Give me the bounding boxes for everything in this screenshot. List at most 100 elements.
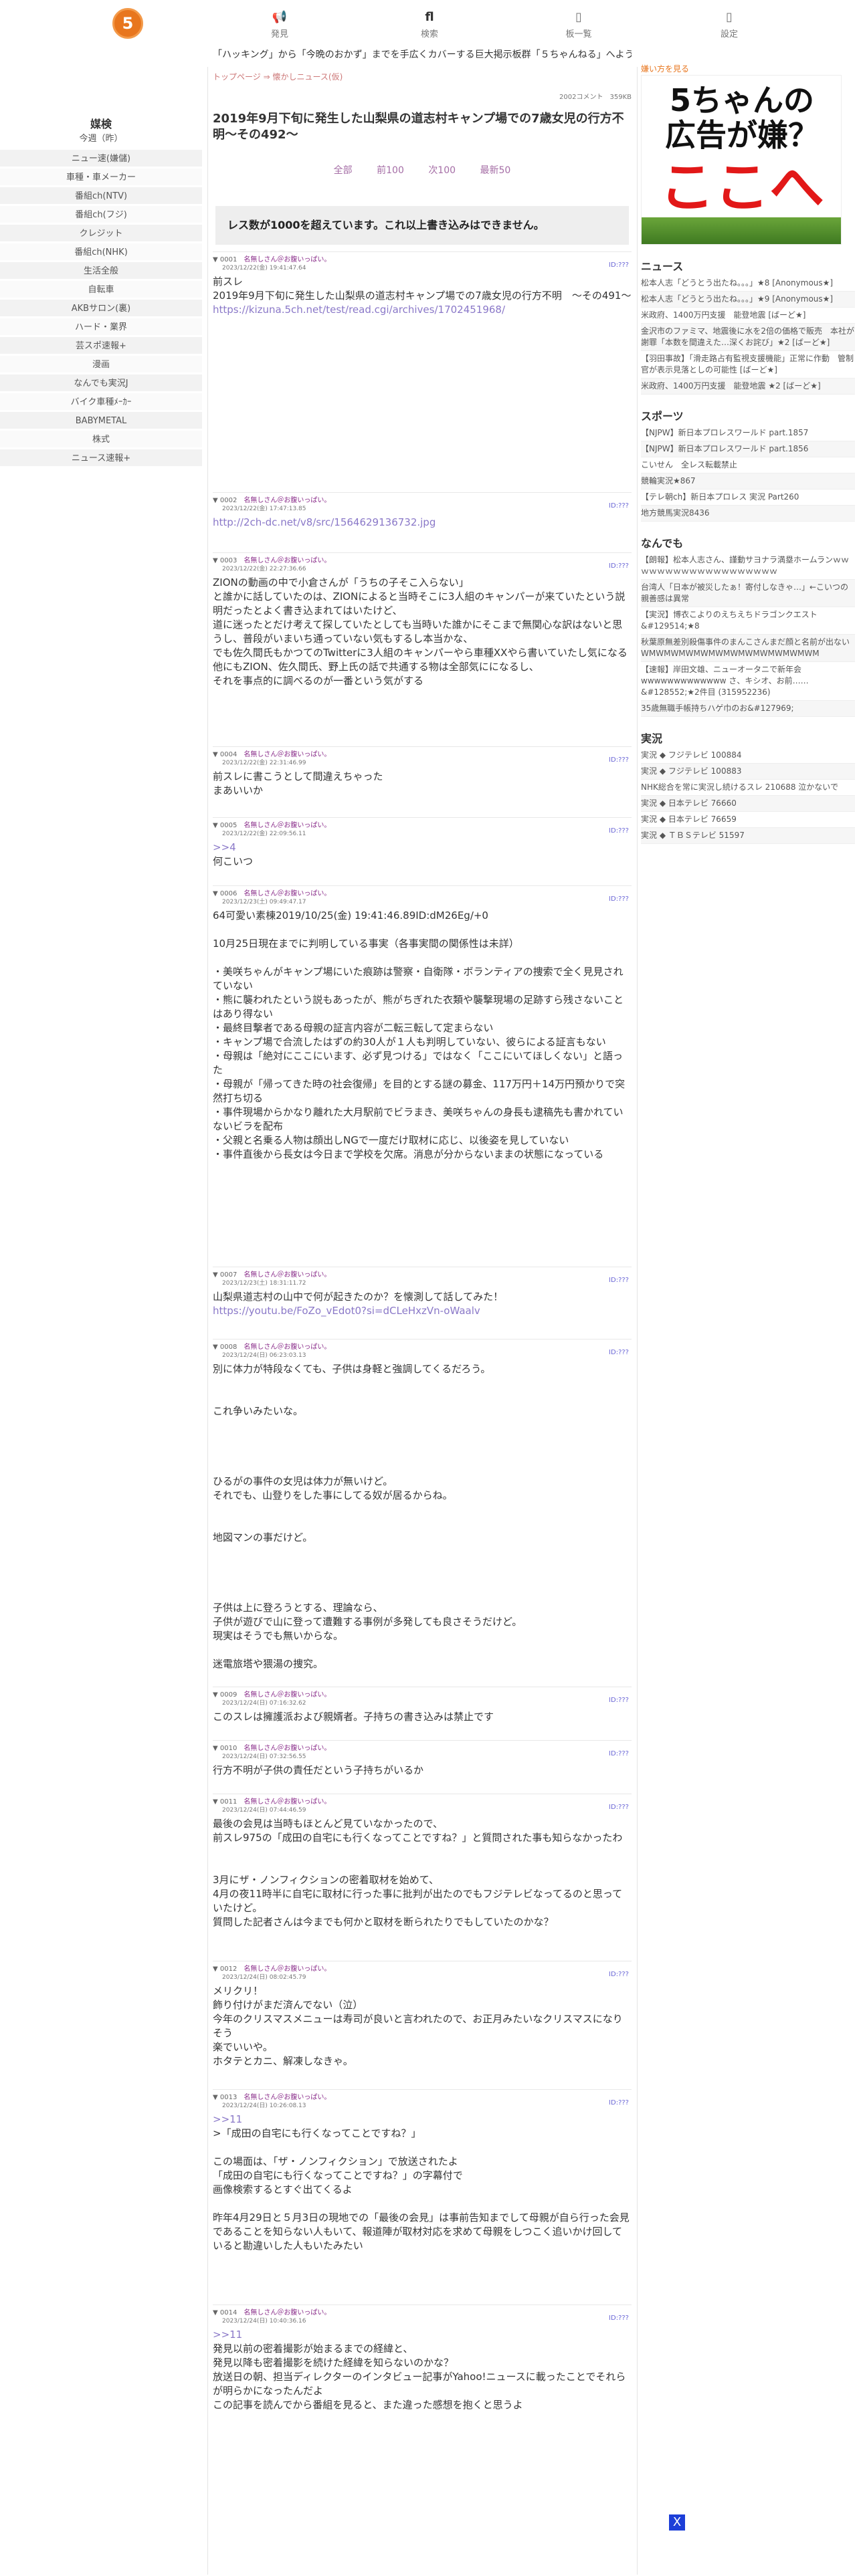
sidebar-item[interactable]: 番組ch(フジ)	[0, 206, 202, 225]
nav-settings[interactable]: ▯ 設定	[676, 11, 783, 40]
sidebar-item[interactable]: 漫画	[0, 356, 202, 374]
welcome-ticker: 「ハッキング」から「今晩のおかず」までを手広くカバーする巨大掲示板群「５ちゃんね…	[213, 49, 632, 60]
sidebar-item[interactable]: 株式	[0, 431, 202, 449]
post-link[interactable]: >>11	[213, 2113, 242, 2125]
section-title: ニュース	[641, 260, 684, 273]
post-id[interactable]: ID:???	[609, 1750, 629, 1757]
sidebar-item[interactable]: ニュース速報+	[0, 449, 202, 468]
post-link[interactable]: >>4	[213, 841, 236, 853]
thread-link[interactable]: 台湾人「日本が被災したぁ！寄付しなきゃ…」←こいつの親善感は異常	[641, 580, 855, 607]
sidebar-item[interactable]: クレジット	[0, 225, 202, 243]
thread-link[interactable]: 金沢市のファミマ、地震後に水を2倍の価格で販売 本社が謝罪「本数を間違えた…深く…	[641, 324, 855, 351]
thread-link[interactable]: 【速報】岸田文雄、ニューオータニで新年会wwwwwwwwwwwww さ、キシオ、…	[641, 662, 855, 701]
post-id[interactable]: ID:???	[609, 502, 629, 510]
post-id[interactable]: ID:???	[609, 1971, 629, 1978]
thread-link[interactable]: NHK総合を常に実況し続けるスレ 210688 泣かないで	[641, 780, 855, 796]
pager-all[interactable]: 全部	[334, 165, 353, 176]
ad-label[interactable]: 嫌い方を見る	[641, 63, 855, 75]
sidebar-item[interactable]: ニュー速(嫌儲)	[0, 150, 202, 169]
post-id[interactable]: ID:???	[609, 895, 629, 903]
thread-link[interactable]: 35歳無職手帳持ちハゲ巾のお&#127969;	[641, 701, 855, 717]
post-id[interactable]: ID:???	[609, 1804, 629, 1811]
thread-main: トップページ ⇒ 懐かしニュース(仮) 2002コメント 359KB 2019年…	[213, 71, 632, 2411]
thread-meta: 2002コメント 359KB	[559, 94, 632, 101]
sidebar-item[interactable]: 番組ch(NTV)	[0, 187, 202, 206]
nav-search[interactable]: fl 検索	[376, 11, 483, 40]
thread-link[interactable]: 実況 ◆ 日本テレビ 76660	[641, 796, 855, 812]
sidebar-item[interactable]: バイク車種ﾒｰｶｰ	[0, 393, 202, 412]
post-header: ▼ 0007 名無しさん＠お腹いっぱい。 ID:???	[213, 1267, 632, 1284]
thread-link[interactable]: 【羽田事故】「滑走路占有監視支援機能」正常に作動 管制官が表示見落としの可能性 …	[641, 351, 855, 379]
thread-link[interactable]: 競輪実況★867	[641, 473, 855, 490]
sidebar-item[interactable]: なんでも実況J	[0, 374, 202, 393]
sidebar-title: 媒検	[90, 118, 112, 130]
section-list: 【NJPW】新日本プロレスワールド part.1857 【NJPW】新日本プロレス…	[641, 425, 855, 522]
post-id[interactable]: ID:???	[609, 1277, 629, 1284]
thread-link[interactable]: 松本人志「どうとう出たね。。。」★9 [Anonymous★]	[641, 292, 855, 308]
sidebar-item[interactable]: BABYMETAL	[0, 412, 202, 431]
nav-label: 設定	[720, 29, 738, 39]
post-id[interactable]: ID:???	[609, 1349, 629, 1356]
post-link[interactable]: >>11	[213, 2329, 242, 2341]
post-body: このスレは擁護派および親婿者。子持ちの書き込みは禁止です	[213, 1707, 632, 1724]
thread-link[interactable]: 実況 ◆ フジテレビ 100883	[641, 764, 855, 780]
post-link[interactable]: https://youtu.be/FoZo_vEdot0?si=dCLeHxzV…	[213, 1305, 480, 1317]
post-text: 最後の会見は当時もほとんど見ていなかったので、 前スレ975の「成田の自宅にも行…	[213, 1818, 623, 1928]
post-id[interactable]: ID:???	[609, 261, 629, 269]
sidebar-item[interactable]: 自転車	[0, 281, 202, 300]
top-header: 5 📢 発見 fl 検索 ▯ 板一覧 ▯ 設定	[0, 0, 859, 47]
sidebar-item[interactable]: 番組ch(NHK)	[0, 243, 202, 262]
breadcrumb: トップページ ⇒ 懐かしニュース(仮)	[213, 71, 632, 88]
breadcrumb-home[interactable]: トップページ	[213, 72, 261, 82]
post-header: ▼ 0005 名無しさん＠お腹いっぱい。 ID:???	[213, 818, 632, 835]
sidebar-item[interactable]: AKBサロン(裏)	[0, 300, 202, 318]
ad-banner[interactable]: 5ちゃんの 広告が嫌？ ここへ	[641, 75, 842, 245]
close-icon[interactable]: X	[669, 2514, 685, 2531]
post-date: 2023/12/24(日) 08:02:45.79	[222, 1974, 306, 1981]
post-id[interactable]: ID:???	[609, 562, 629, 570]
bullhorn-icon: 📢	[272, 10, 288, 24]
thread-link[interactable]: こいせん 全レス転載禁止	[641, 457, 855, 473]
thread-link[interactable]: 地方競馬実況8436	[641, 506, 855, 522]
sidebar-item[interactable]: ハード・業界	[0, 318, 202, 337]
post-link[interactable]: http://2ch-dc.net/v8/src/1564629136732.j…	[213, 516, 436, 528]
breadcrumb-board[interactable]: 懐かしニュース(仮)	[272, 72, 343, 82]
post-id[interactable]: ID:???	[609, 2099, 629, 2107]
thread-link[interactable]: 【朗報】松本人志さん、謹動サヨナラ満塁ホームランｗｗｗｗｗｗｗｗｗｗｗｗｗｗｗｗ…	[641, 552, 855, 580]
thread-link[interactable]: 実況 ◆ フジテレビ 100884	[641, 748, 855, 764]
post-id[interactable]: ID:???	[609, 2315, 629, 2322]
thread-link[interactable]: 秋葉原無差別殺傷事件のまんこさんまだ顔と名前が出ないWMWMWMWMWMWMWM…	[641, 635, 855, 662]
thread-link[interactable]: 【テレ朝ch】新日本プロレス 実況 Part260	[641, 490, 855, 506]
pager-prev[interactable]: 前100	[377, 165, 404, 176]
divider	[637, 67, 638, 2575]
post-body: メリクリ！ 飾り付けがまだ済んでない（泣） 今年のクリスマスメニューは寿司が良い…	[213, 1981, 632, 2068]
post-list: ▼ 0001 名無しさん＠お腹いっぱい。 ID:??? 2023/12/22(金) 1…	[213, 251, 632, 2445]
thread-link[interactable]: 実況 ◆ ＴＢＳテレビ 51597	[641, 828, 855, 844]
post-id[interactable]: ID:???	[609, 756, 629, 764]
sidebar-item[interactable]: 生活全般	[0, 262, 202, 281]
thread-link[interactable]: 【実況】博衣こよりのえちえちドラゴンクエスト&#129514;★8	[641, 607, 855, 635]
post-link[interactable]: https://kizuna.5ch.net/test/read.cgi/arc…	[213, 304, 505, 316]
post-body: 前スレに書こうとして間違えちゃった まあいいか	[213, 767, 632, 798]
thread-link[interactable]: 米政府、1400万円支援 能登地震 ★2 [ばーど★]	[641, 379, 855, 395]
post: ▼ 0011 名無しさん＠お腹いっぱい。 ID:??? 2023/12/24(日) 0…	[213, 1794, 632, 1961]
thread-link[interactable]: 【NJPW】新日本プロレスワールド part.1857	[641, 425, 855, 441]
thread-link[interactable]: 実況 ◆ 日本テレビ 76659	[641, 812, 855, 828]
thread-link[interactable]: 【NJPW】新日本プロレスワールド part.1856	[641, 441, 855, 457]
pager-next[interactable]: 次100	[428, 165, 456, 176]
sidebar-item[interactable]: 芸スポ速報+	[0, 337, 202, 356]
site-logo[interactable]: 5	[112, 8, 143, 39]
section-title: なんでも	[641, 537, 684, 550]
thread-link[interactable]: 松本人志「どうとう出たね。。。」★8 [Anonymous★]	[641, 276, 855, 292]
post-id[interactable]: ID:???	[609, 1697, 629, 1704]
nav-discover[interactable]: 📢 発見	[226, 10, 333, 40]
post-id[interactable]: ID:???	[609, 827, 629, 835]
post-text: >「成田の自宅にも行くなってことですね？」 この場面は、「ザ・ノンフィクション」…	[213, 2127, 630, 2252]
post-header: ▼ 0011 名無しさん＠お腹いっぱい。 ID:???	[213, 1794, 632, 1811]
pager-latest[interactable]: 最新50	[480, 165, 511, 176]
nav-boards[interactable]: ▯ 板一覧	[525, 11, 632, 40]
thread-link[interactable]: 米政府、1400万円支援 能登地震 [ばーど★]	[641, 308, 855, 324]
sidebar-item[interactable]: 車種・車メーカー	[0, 169, 202, 187]
divider	[207, 67, 208, 2575]
thread-pager: 全部 前100 次100 最新50	[213, 163, 632, 177]
